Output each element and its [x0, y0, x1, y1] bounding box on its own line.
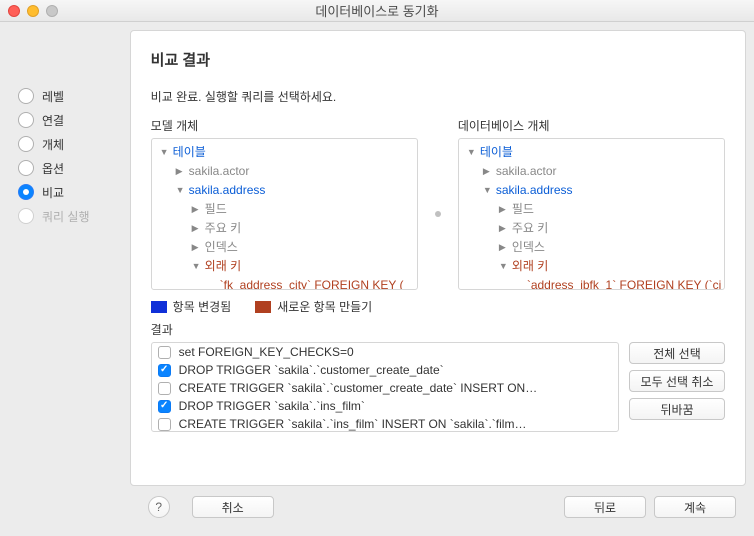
chevron-down-icon — [467, 144, 477, 161]
result-label: 결과 — [151, 321, 725, 338]
sidebar-item-option[interactable]: 옵션 — [18, 156, 130, 180]
sidebar-item-connection[interactable]: 연결 — [18, 108, 130, 132]
chevron-right-icon — [499, 239, 509, 256]
checkbox[interactable] — [158, 418, 171, 431]
sidebar-item-compare[interactable]: 비교 — [18, 180, 130, 204]
footer: ? 취소 뒤로 계속 — [130, 486, 746, 528]
tree-node-fk[interactable]: 외래 키 — [152, 257, 417, 276]
panel-instruction: 비교 완료. 실행할 쿼리를 선택하세요. — [151, 88, 725, 105]
tree-node-address[interactable]: sakila.address — [459, 181, 724, 200]
sidebar-item-label: 연결 — [42, 112, 64, 129]
select-all-button[interactable]: 전체 선택 — [629, 342, 725, 364]
tree-node-fk-item[interactable]: `address_ibfk_1` FOREIGN KEY (`ci — [459, 276, 724, 290]
chevron-right-icon — [176, 163, 186, 180]
checkbox[interactable] — [158, 400, 171, 413]
tree-node-fk[interactable]: 외래 키 — [459, 257, 724, 276]
result-item[interactable]: set FOREIGN_KEY_CHECKS=0 — [152, 343, 618, 361]
checkbox[interactable] — [158, 346, 171, 359]
link-dot-icon — [435, 211, 441, 217]
chevron-down-icon — [483, 182, 493, 199]
sidebar-item-object[interactable]: 개체 — [18, 132, 130, 156]
sidebar-item-label: 옵션 — [42, 160, 64, 177]
chevron-right-icon — [483, 163, 493, 180]
tree-node-fk-item[interactable]: `fk_address_city` FOREIGN KEY ( — [152, 276, 417, 290]
tree-node-index[interactable]: 인덱스 — [459, 238, 724, 257]
checkbox[interactable] — [158, 364, 171, 377]
sidebar-item-run-query: 쿼리 실행 — [18, 204, 130, 228]
tree-gutter — [430, 117, 446, 290]
panel-heading: 비교 결과 — [151, 49, 725, 70]
legend-changed: 항목 변경됨 — [151, 298, 232, 315]
chevron-right-icon — [192, 239, 202, 256]
result-item[interactable]: CREATE TRIGGER `sakila`.`customer_create… — [152, 379, 618, 397]
swatch-icon — [255, 301, 271, 313]
result-item[interactable]: DROP TRIGGER `sakila`.`customer_create_d… — [152, 361, 618, 379]
result-list[interactable]: set FOREIGN_KEY_CHECKS=0 DROP TRIGGER `s… — [151, 342, 619, 432]
sidebar-item-label: 비교 — [42, 184, 64, 201]
help-icon: ? — [155, 500, 162, 514]
minimize-icon[interactable] — [27, 5, 39, 17]
tree-node-pk[interactable]: 주요 키 — [459, 219, 724, 238]
chevron-right-icon — [192, 220, 202, 237]
result-item[interactable]: CREATE TRIGGER `sakila`.`ins_film` INSER… — [152, 415, 618, 432]
tree-node-tables[interactable]: 테이블 — [152, 143, 417, 162]
help-button[interactable]: ? — [148, 496, 170, 518]
sidebar-item-label: 개체 — [42, 136, 64, 153]
reverse-button[interactable]: 뒤바꿈 — [629, 398, 725, 420]
result-item[interactable]: DROP TRIGGER `sakila`.`ins_film` — [152, 397, 618, 415]
sidebar-item-level[interactable]: 레벨 — [18, 84, 130, 108]
tree-node-pk[interactable]: 주요 키 — [152, 219, 417, 238]
cancel-button[interactable]: 취소 — [192, 496, 274, 518]
main-panel: 비교 결과 비교 완료. 실행할 쿼리를 선택하세요. 모델 개체 테이블 sa… — [130, 30, 746, 486]
db-tree[interactable]: 테이블 sakila.actor sakila.address 필드 주요 키 … — [458, 138, 725, 290]
sidebar: 레벨 연결 개체 옵션 비교 쿼리 실행 — [0, 22, 130, 536]
chevron-right-icon — [499, 201, 509, 218]
checkbox[interactable] — [158, 382, 171, 395]
tree-node-actor[interactable]: sakila.actor — [459, 162, 724, 181]
close-icon[interactable] — [8, 5, 20, 17]
tree-node-field[interactable]: 필드 — [459, 200, 724, 219]
legend: 항목 변경됨 새로운 항목 만들기 — [151, 298, 725, 315]
sidebar-item-label: 쿼리 실행 — [42, 208, 90, 225]
chevron-down-icon — [160, 144, 170, 161]
db-tree-title: 데이터베이스 개체 — [458, 117, 725, 134]
tree-node-tables[interactable]: 테이블 — [459, 143, 724, 162]
chevron-right-icon — [192, 201, 202, 218]
window-title: 데이터베이스로 동기화 — [315, 1, 438, 20]
chevron-right-icon — [499, 220, 509, 237]
continue-button[interactable]: 계속 — [654, 496, 736, 518]
maximize-icon — [46, 5, 58, 17]
tree-node-actor[interactable]: sakila.actor — [152, 162, 417, 181]
model-tree-title: 모델 개체 — [151, 117, 418, 134]
legend-new: 새로운 항목 만들기 — [255, 298, 372, 315]
tree-node-field[interactable]: 필드 — [152, 200, 417, 219]
tree-node-address[interactable]: sakila.address — [152, 181, 417, 200]
titlebar: 데이터베이스로 동기화 — [0, 0, 754, 22]
chevron-down-icon — [192, 258, 202, 275]
model-tree[interactable]: 테이블 sakila.actor sakila.address 필드 주요 키 … — [151, 138, 418, 290]
swatch-icon — [151, 301, 167, 313]
back-button[interactable]: 뒤로 — [564, 496, 646, 518]
chevron-down-icon — [499, 258, 509, 275]
chevron-down-icon — [176, 182, 186, 199]
sidebar-item-label: 레벨 — [42, 88, 64, 105]
window-controls — [8, 5, 58, 17]
deselect-all-button[interactable]: 모두 선택 취소 — [629, 370, 725, 392]
tree-node-index[interactable]: 인덱스 — [152, 238, 417, 257]
